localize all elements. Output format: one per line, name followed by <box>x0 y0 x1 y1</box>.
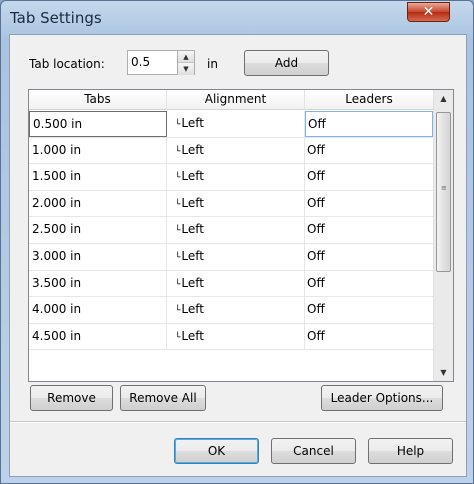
alignment-cell[interactable]: └Left <box>167 137 305 164</box>
alignment-cell[interactable]: └Left <box>167 243 305 270</box>
alignment-cell[interactable]: └Left <box>167 270 305 297</box>
table-row[interactable]: 0.500 in └Left Off <box>29 111 433 138</box>
left-tab-icon: └ <box>175 332 181 343</box>
grid-rows: 0.500 in └Left Off 1.000 in └Left Off 1.500 in… <box>29 111 433 351</box>
leader-cell[interactable]: Off <box>305 164 433 190</box>
add-button[interactable]: Add <box>244 50 329 76</box>
ok-button[interactable]: OK <box>174 438 259 464</box>
alignment-cell[interactable]: └Left <box>167 190 305 217</box>
left-tab-icon: └ <box>175 279 181 290</box>
alignment-label: Left <box>181 116 204 130</box>
alignment-label: Left <box>181 142 204 157</box>
scroll-down-icon[interactable]: ▼ <box>434 364 453 381</box>
scroll-up-icon[interactable]: ▲ <box>434 90 453 107</box>
table-row[interactable]: 4.500 in └Left Off <box>29 323 433 351</box>
close-button[interactable]: ✕ <box>407 2 450 22</box>
alignment-label: Left <box>181 195 204 210</box>
table-row[interactable]: 4.000 in └Left Off <box>29 297 433 324</box>
tab-location-spinner[interactable]: ▲ ▼ <box>177 50 195 75</box>
title-bar[interactable]: Tab Settings ✕ <box>1 1 473 35</box>
leader-cell[interactable]: Off <box>305 138 433 164</box>
left-tab-icon: └ <box>175 226 181 237</box>
left-tab-icon: └ <box>175 306 181 317</box>
alignment-cell[interactable]: └Left <box>167 164 305 191</box>
help-button[interactable]: Help <box>368 438 453 464</box>
dialog-body: Tab location: 0.5 ▲ ▼ in Add Tabs Alignm… <box>9 34 467 477</box>
column-header-tabs[interactable]: Tabs <box>29 90 167 110</box>
column-header-leaders[interactable]: Leaders <box>305 90 433 110</box>
tab-position-cell[interactable]: 3.000 in <box>29 243 167 270</box>
alignment-label: Left <box>181 302 204 317</box>
leader-cell[interactable]: Off <box>305 217 433 243</box>
left-tab-icon: └ <box>175 199 181 210</box>
tabs-grid[interactable]: Tabs Alignment Leaders 0.500 in └Left Off 1… <box>28 89 454 382</box>
tab-location-input[interactable]: 0.5 <box>127 50 179 75</box>
tab-settings-dialog: Tab Settings ✕ Tab location: 0.5 ▲ ▼ in … <box>0 0 474 484</box>
tab-location-label: Tab location: <box>29 57 105 71</box>
leader-cell[interactable]: Off <box>305 191 433 217</box>
cancel-button[interactable]: Cancel <box>271 438 356 464</box>
alignment-label: Left <box>181 169 204 184</box>
leader-cell[interactable]: Off <box>305 244 433 270</box>
table-row[interactable]: 2.000 in └Left Off <box>29 190 433 218</box>
tab-position-cell[interactable]: 1.500 in <box>29 164 167 191</box>
tab-position-cell[interactable]: 4.000 in <box>29 297 167 324</box>
alignment-cell[interactable]: └Left <box>167 297 305 324</box>
spin-down-icon[interactable]: ▼ <box>178 63 194 75</box>
tab-position-cell[interactable]: 2.000 in <box>29 190 167 217</box>
tab-position-cell[interactable]: 1.000 in <box>29 137 167 164</box>
leader-cell[interactable]: Off <box>305 111 433 137</box>
table-row[interactable]: 3.500 in └Left Off <box>29 270 433 298</box>
left-tab-icon: └ <box>175 146 181 157</box>
table-row[interactable]: 1.500 in └Left Off <box>29 164 433 191</box>
column-header-alignment[interactable]: Alignment <box>167 90 305 110</box>
leader-cell[interactable]: Off <box>305 271 433 297</box>
leader-cell[interactable]: Off <box>305 297 433 323</box>
tab-position-cell[interactable]: 0.500 in <box>29 111 167 137</box>
alignment-cell[interactable]: └Left <box>167 217 305 244</box>
grip-icon: ≡ <box>441 184 447 192</box>
vertical-scrollbar[interactable]: ▲ ≡ ▼ <box>433 90 453 381</box>
tab-position-cell[interactable]: 4.500 in <box>29 323 167 350</box>
left-tab-icon: └ <box>175 173 181 184</box>
leader-cell[interactable]: Off <box>305 324 433 350</box>
alignment-cell[interactable]: └Left <box>167 111 305 137</box>
spin-up-icon[interactable]: ▲ <box>178 51 194 63</box>
alignment-label: Left <box>181 248 204 263</box>
scroll-thumb[interactable]: ≡ <box>436 112 451 272</box>
alignment-label: Left <box>181 222 204 237</box>
alignment-cell[interactable]: └Left <box>167 323 305 350</box>
leader-options-button[interactable]: Leader Options... <box>321 385 443 411</box>
grid-header: Tabs Alignment Leaders <box>29 90 433 110</box>
left-tab-icon: └ <box>175 120 181 130</box>
remove-button[interactable]: Remove <box>30 385 113 411</box>
tab-position-cell[interactable]: 2.500 in <box>29 217 167 244</box>
window-title: Tab Settings <box>10 9 102 27</box>
tab-position-cell[interactable]: 3.500 in <box>29 270 167 297</box>
remove-all-button[interactable]: Remove All <box>120 385 206 411</box>
left-tab-icon: └ <box>175 252 181 263</box>
close-icon: ✕ <box>422 4 435 20</box>
alignment-label: Left <box>181 328 204 343</box>
footer-divider <box>10 421 466 423</box>
table-row[interactable]: 1.000 in └Left Off <box>29 137 433 165</box>
alignment-label: Left <box>181 275 204 290</box>
tab-location-unit: in <box>207 57 218 71</box>
table-row[interactable]: 3.000 in └Left Off <box>29 243 433 271</box>
table-row[interactable]: 2.500 in └Left Off <box>29 217 433 244</box>
